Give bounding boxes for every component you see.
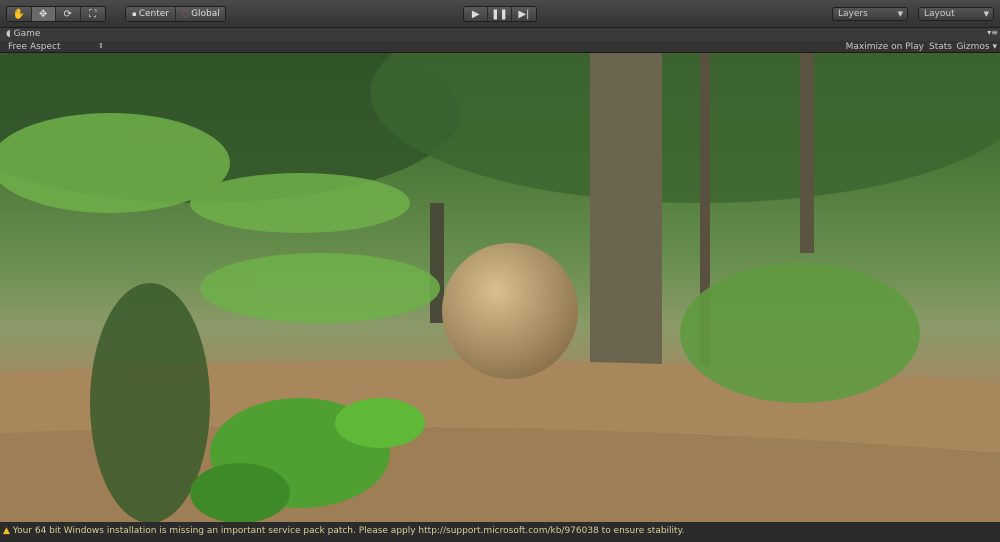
hand-icon[interactable]: ✋ (7, 7, 32, 21)
playback-controls: ▶ ❚❚ ▶| (463, 6, 537, 22)
move-icon[interactable]: ✥ (31, 7, 56, 21)
pivot-group: ▪ Center ◌ Global (125, 6, 226, 22)
sphere-object (442, 243, 578, 379)
layout-label: Layout (924, 9, 955, 19)
pause-icon[interactable]: ❚❚ (488, 7, 512, 21)
status-message: Your 64 bit Windows installation is miss… (12, 526, 685, 536)
game-tab-bar: ◖ Game ▾≡ (0, 28, 1000, 41)
layers-dropdown[interactable]: Layers ▼ (832, 7, 908, 21)
fern-right (680, 263, 920, 403)
rotate-icon[interactable]: ⟳ (56, 7, 81, 21)
aspect-label: Free Aspect (8, 42, 61, 52)
game-viewport[interactable] (0, 53, 1000, 522)
chevron-updown-icon: ⇕ (98, 42, 104, 50)
layers-label: Layers (838, 9, 868, 19)
play-icon[interactable]: ▶ (464, 7, 489, 21)
tab-title: Game (13, 29, 41, 39)
gizmos-label: Gizmos (956, 42, 990, 52)
transform-tools: ✋ ✥ ⟳ ⛶ (6, 6, 106, 22)
space-global-button[interactable]: ◌ Global (176, 7, 225, 21)
tree-trunk (590, 53, 662, 373)
step-icon[interactable]: ▶| (512, 7, 536, 21)
layout-dropdown[interactable]: Layout ▼ (918, 7, 994, 21)
warning-icon: ▲ (3, 526, 10, 536)
maximize-on-play-toggle[interactable]: Maximize on Play (846, 42, 924, 52)
forest-scene (0, 53, 1000, 522)
tab-game[interactable]: ◖ Game (6, 29, 40, 39)
pivot-label: Center (138, 9, 170, 19)
stats-toggle[interactable]: Stats (929, 42, 952, 52)
pivot-center-button[interactable]: ▪ Center (126, 7, 176, 21)
game-icon: ◖ (6, 29, 11, 39)
scale-icon[interactable]: ⛶ (81, 7, 105, 21)
gizmos-dropdown[interactable]: Gizmos ▾ (956, 42, 997, 52)
chevron-down-icon: ▼ (897, 10, 903, 18)
aspect-dropdown[interactable]: Free Aspect ⇕ (8, 42, 104, 52)
status-bar[interactable]: ▲ Your 64 bit Windows installation is mi… (0, 522, 1000, 542)
main-toolbar: ✋ ✥ ⟳ ⛶ ▪ Center ◌ Global ▶ ❚❚ ▶| Layers ▼ … (0, 0, 1000, 28)
game-view-toolbar: Free Aspect ⇕ Maximize on Play Stats Gizm… (0, 41, 1000, 53)
tab-menu-icon[interactable]: ▾≡ (987, 28, 998, 37)
space-label: Global (191, 9, 220, 19)
chevron-down-icon: ▼ (983, 10, 989, 18)
